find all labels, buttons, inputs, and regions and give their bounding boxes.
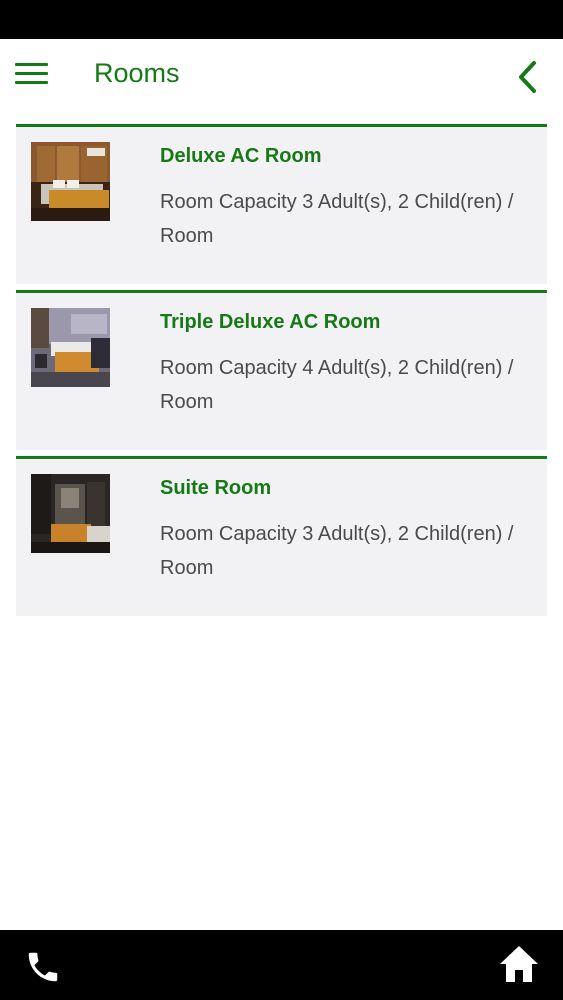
room-card-deluxe-ac[interactable]: Deluxe AC Room Room Capacity 3 Adult(s),… [16, 124, 547, 284]
hamburger-menu-icon[interactable] [15, 61, 48, 87]
room-name: Deluxe AC Room [160, 145, 322, 167]
room-name: Triple Deluxe AC Room [160, 311, 381, 333]
app-bar: Rooms [0, 39, 563, 111]
room-card-suite[interactable]: Suite Room Room Capacity 3 Adult(s), 2 C… [16, 456, 547, 616]
room-capacity: Room Capacity 3 Adult(s), 2 Child(ren) /… [160, 523, 514, 579]
menu-line [15, 81, 48, 84]
room-capacity: Room Capacity 3 Adult(s), 2 Child(ren) /… [160, 191, 514, 247]
room-thumbnail [31, 142, 110, 221]
room-list: Deluxe AC Room Room Capacity 3 Adult(s),… [16, 124, 547, 616]
bottom-bar [0, 930, 563, 1000]
phone-icon[interactable] [24, 948, 62, 986]
menu-line [15, 63, 48, 66]
status-bar [0, 0, 563, 39]
room-thumbnail [31, 474, 110, 553]
back-chevron-icon[interactable] [512, 60, 544, 94]
room-name: Suite Room [160, 477, 272, 499]
page-title: Rooms [94, 58, 180, 88]
menu-line [15, 72, 48, 75]
room-card-triple-deluxe-ac[interactable]: Triple Deluxe AC Room Room Capacity 4 Ad… [16, 290, 547, 450]
home-icon[interactable] [498, 944, 540, 984]
room-capacity: Room Capacity 4 Adult(s), 2 Child(ren) /… [160, 357, 514, 413]
room-thumbnail [31, 308, 110, 387]
